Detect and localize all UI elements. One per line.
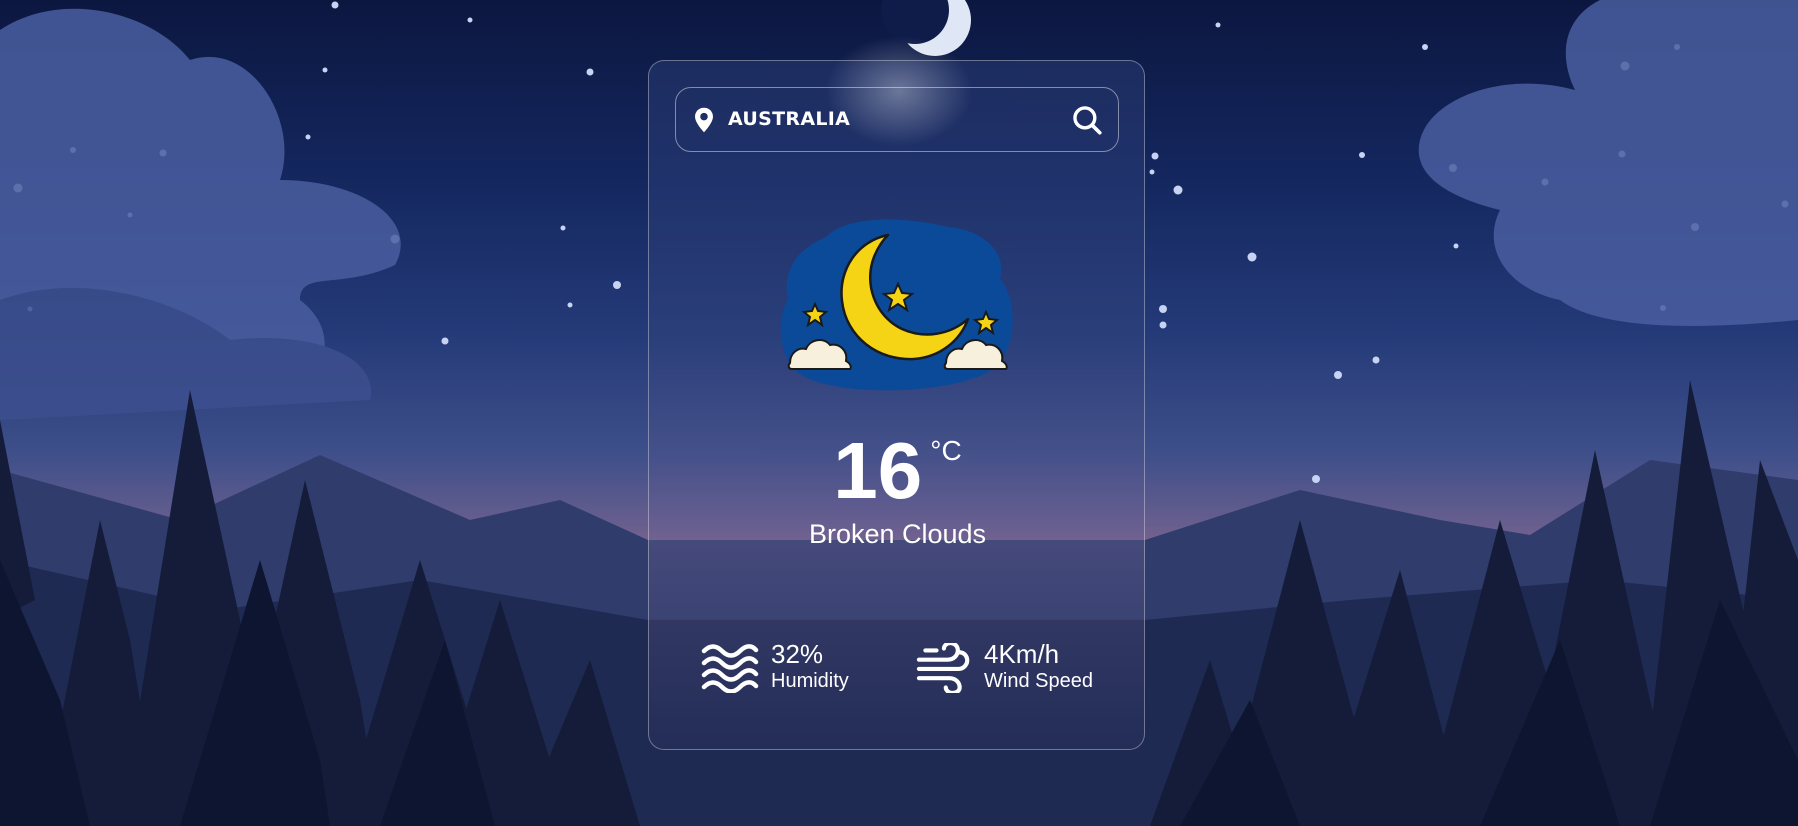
map-pin-icon — [695, 107, 713, 133]
humidity-label: Humidity — [771, 670, 849, 692]
weather-condition: Broken Clouds — [808, 519, 987, 549]
background-scene: 16°C Broken Clouds 32% Humidity — [0, 0, 1798, 826]
weather-card: 16°C Broken Clouds 32% Humidity — [648, 31, 1146, 750]
wind-text: 4Km/h Wind Speed — [984, 639, 1093, 693]
temperature-value: 16 — [833, 426, 923, 515]
moon-stars-clouds-icon — [780, 219, 1013, 391]
search-input[interactable] — [728, 102, 1048, 136]
temperature-unit: °C — [930, 435, 962, 466]
wind-value: 4Km/h — [984, 639, 1060, 669]
wind-icon — [916, 643, 970, 693]
humidity-value: 32% — [771, 639, 824, 669]
search-box — [675, 87, 1119, 152]
wind-label: Wind Speed — [984, 670, 1093, 692]
search-button[interactable] — [1070, 103, 1104, 137]
temperature-display: 16 °C — [649, 431, 1146, 511]
humidity-text: 32% Humidity — [771, 639, 849, 693]
waves-icon — [701, 644, 759, 693]
